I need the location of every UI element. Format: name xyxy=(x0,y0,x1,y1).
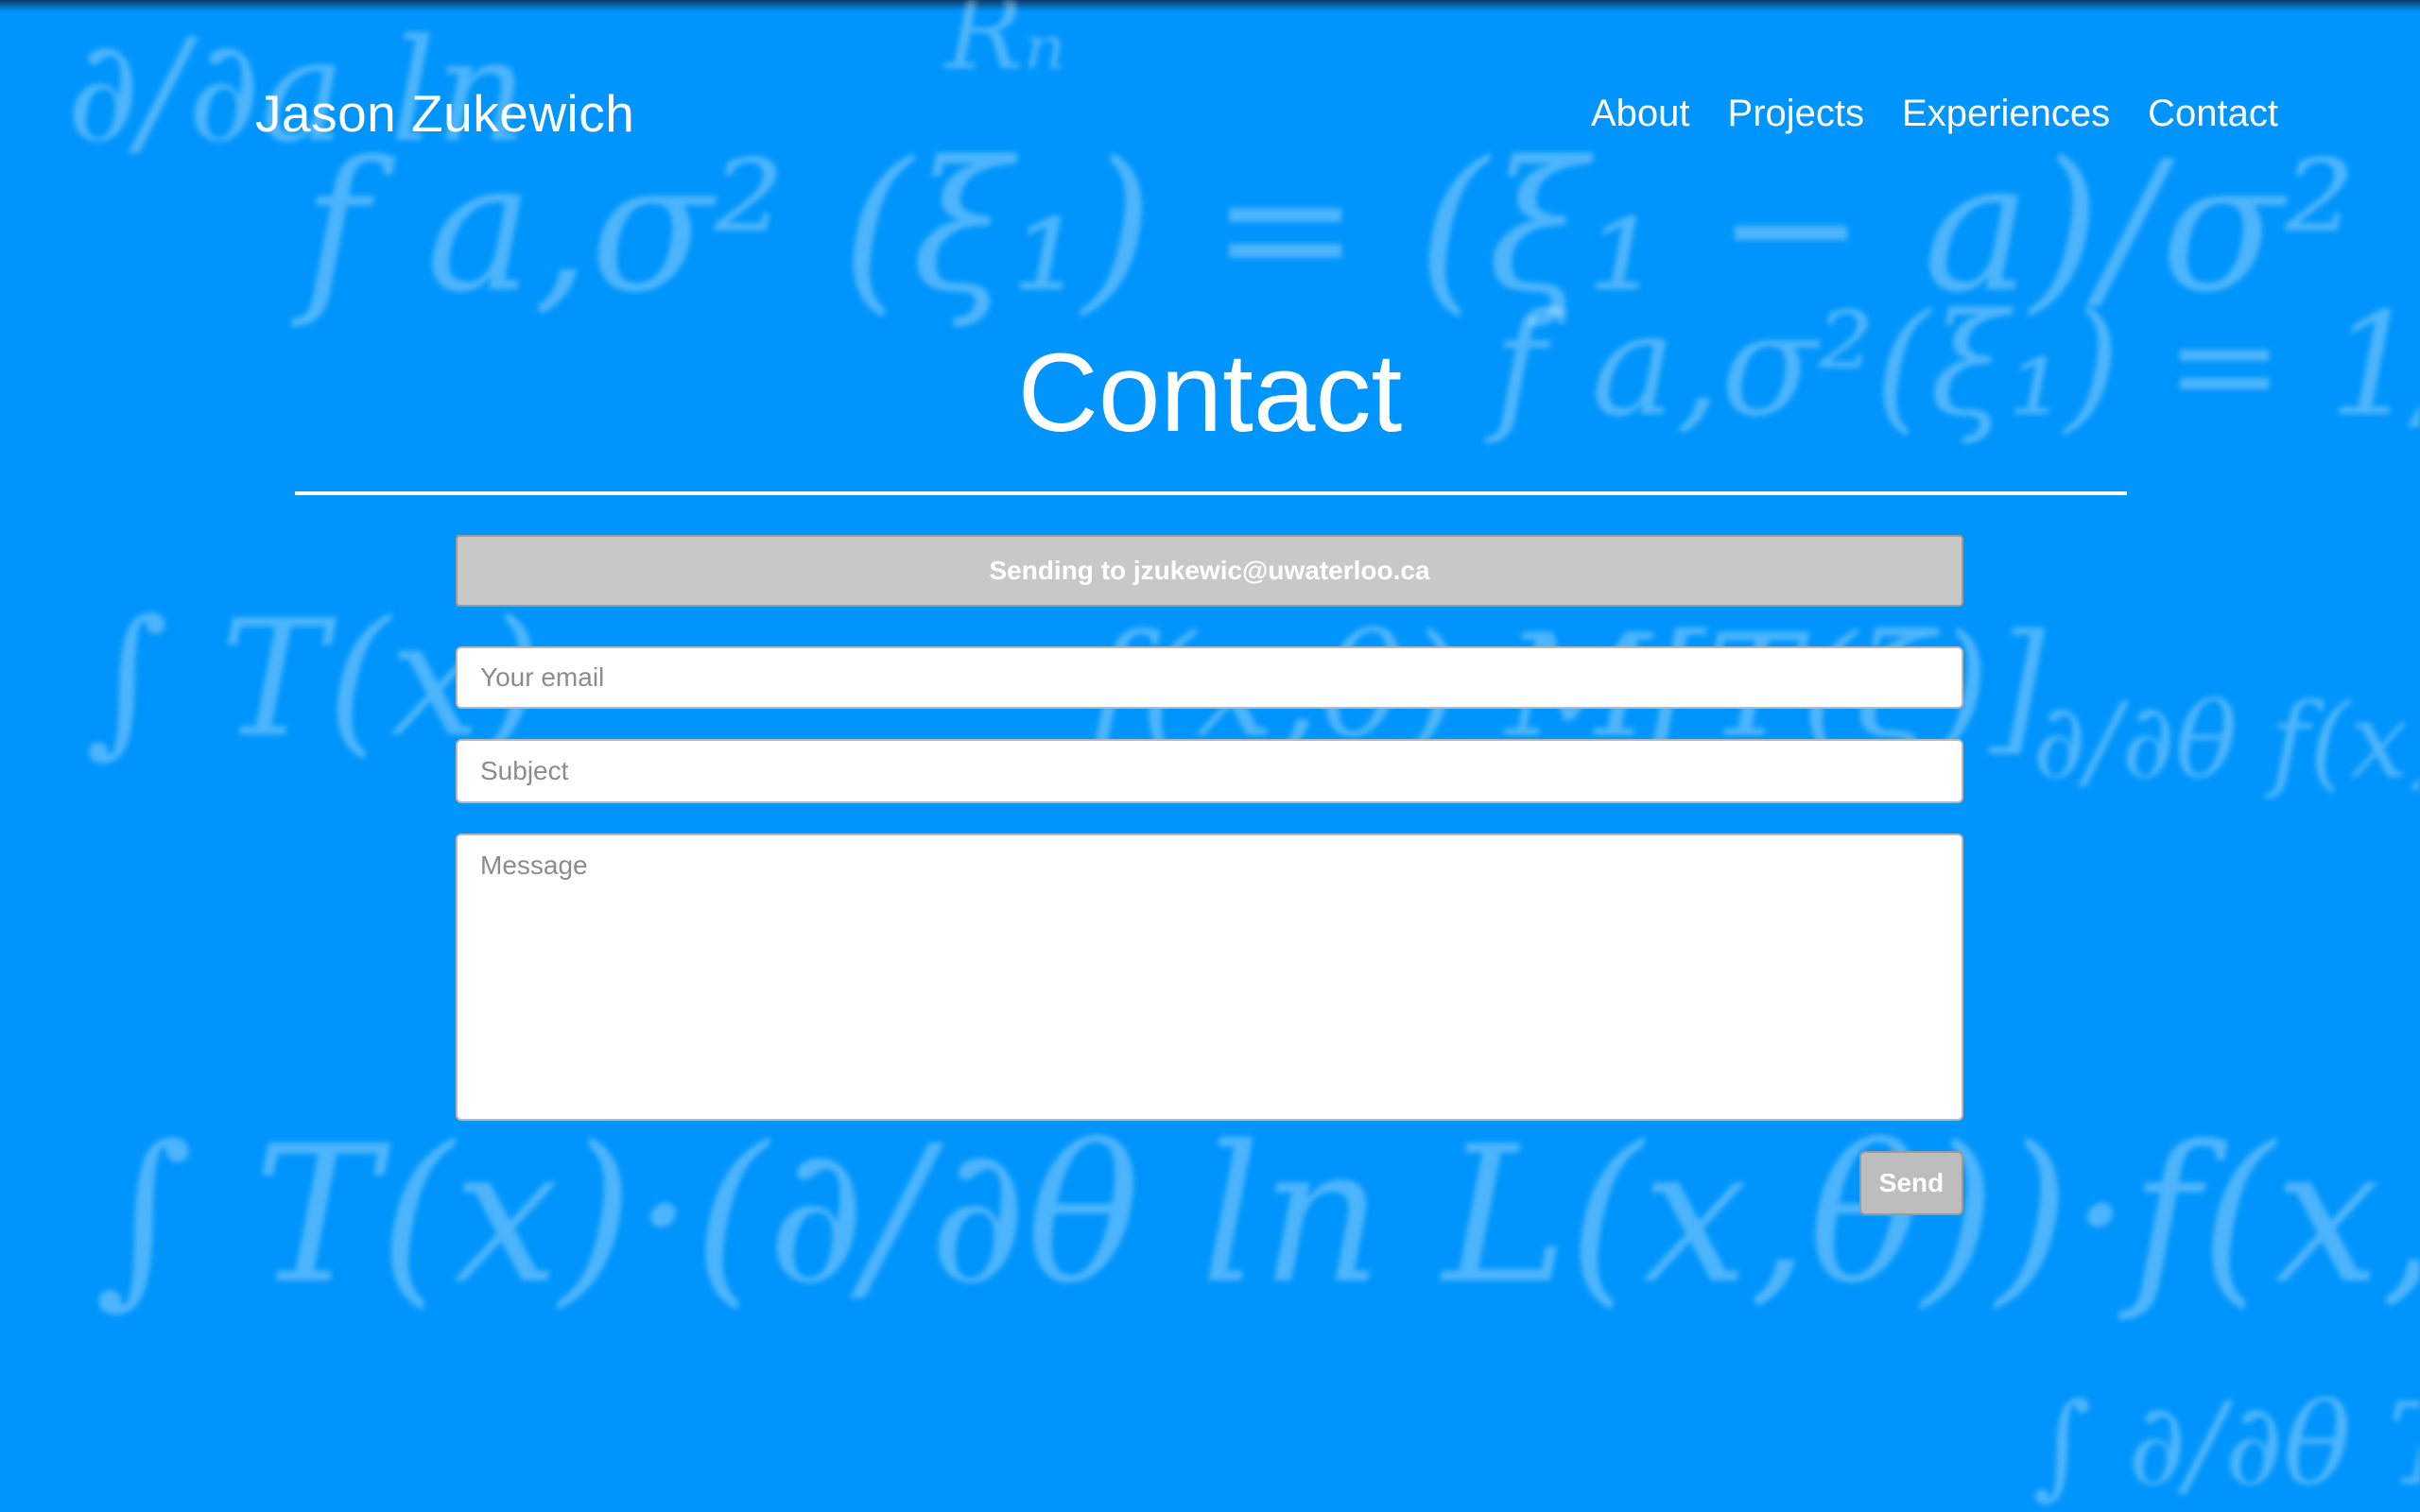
subject-field[interactable] xyxy=(456,739,1963,803)
contact-form: Sending to jzukewic@uwaterloo.ca Send xyxy=(456,535,1963,1215)
nav-link-projects[interactable]: Projects xyxy=(1728,93,1865,135)
email-field[interactable] xyxy=(456,646,1963,709)
sending-to-banner: Sending to jzukewic@uwaterloo.ca xyxy=(456,535,1963,607)
nav-link-about[interactable]: About xyxy=(1591,93,1690,135)
nav-link-contact[interactable]: Contact xyxy=(2148,93,2278,135)
title-divider xyxy=(295,491,2127,495)
send-row: Send xyxy=(456,1151,1963,1215)
page-title: Contact xyxy=(1017,331,1403,455)
background-formula: ∫ ∂/∂θ T(x)f(x,θ) xyxy=(2032,1380,2420,1511)
background-formula: ∂/∂θ f(x,θ) xyxy=(2032,680,2420,801)
message-field[interactable] xyxy=(456,833,1963,1121)
background-formula: Rₙ xyxy=(945,0,1066,93)
main-nav: About Projects Experiences Contact xyxy=(1591,93,2278,135)
site-brand[interactable]: Jason Zukewich xyxy=(255,83,634,144)
nav-link-experiences[interactable]: Experiences xyxy=(1902,93,2110,135)
send-button[interactable]: Send xyxy=(1859,1151,1963,1215)
